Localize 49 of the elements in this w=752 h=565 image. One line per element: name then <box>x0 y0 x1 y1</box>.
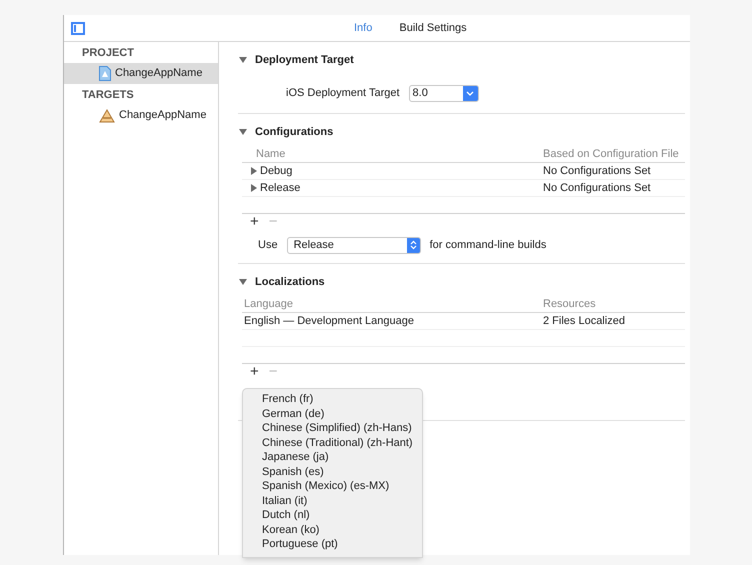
section-title: Configurations <box>255 124 334 140</box>
chevron-icon <box>462 86 478 100</box>
sidebar-item[interactable]: ChangeAppName <box>64 105 218 126</box>
configuration-select[interactable]: Release <box>286 236 421 254</box>
field-label: iOS Deployment Target <box>286 86 400 101</box>
expanded-triangle-icon[interactable] <box>239 278 247 286</box>
expanded-triangle-icon[interactable] <box>239 128 247 136</box>
section-title: Deployment Target <box>255 52 354 68</box>
section-title: Localizations <box>255 274 325 290</box>
field-suffix: for command-line builds <box>430 238 546 253</box>
sidebar-item[interactable]: ChangeAppName <box>64 63 218 84</box>
app-target-icon <box>99 108 115 122</box>
table-cell-text: Debug <box>260 164 292 179</box>
menu-item[interactable]: French (fr) <box>243 392 422 406</box>
document-icon <box>99 66 111 81</box>
expanded-triangle-icon[interactable] <box>239 56 247 64</box>
table-cell-text: No Configurations Set <box>543 164 651 179</box>
table-cell-text: No Configurations Set <box>543 180 651 196</box>
table-cell-text: 2 Files Localized <box>543 314 625 329</box>
menu-item[interactable]: German (de) <box>243 406 422 421</box>
add-button[interactable]: + <box>250 361 259 384</box>
collapsed-triangle-icon[interactable] <box>250 184 258 192</box>
table-cell-text: English — Development Language <box>243 314 416 329</box>
add-button[interactable]: + <box>250 211 259 234</box>
table-cell-text: Release <box>260 180 300 196</box>
menu-item[interactable]: Portuguese (pt) <box>243 537 422 552</box>
column-header: Resources <box>543 296 596 312</box>
column-header: Based on Configuration File <box>543 146 679 162</box>
sidebar-toggle-icon[interactable] <box>71 22 85 34</box>
menu-item[interactable]: Dutch (nl) <box>243 508 422 522</box>
menu-item[interactable]: Italian (it) <box>243 494 422 508</box>
column-header: Language <box>243 296 294 312</box>
menu-item[interactable]: Japanese (ja) <box>243 450 422 464</box>
sidebar-item-label: ChangeAppName <box>119 108 206 124</box>
menu-item[interactable]: Korean (ko) <box>243 522 422 537</box>
menu-item[interactable]: Chinese (Simplified) (zh-Hans) <box>243 421 422 436</box>
tab[interactable]: Info <box>354 20 372 36</box>
menu-item[interactable]: Spanish (Mexico) (es-MX) <box>243 479 422 494</box>
menu-item[interactable]: Chinese (Traditional) (zh-Hant) <box>243 436 422 450</box>
collapsed-triangle-icon[interactable] <box>250 167 258 175</box>
sidebar-group-title: PROJECT <box>81 46 135 62</box>
stepper-icon <box>406 238 420 252</box>
menu-item[interactable]: Spanish (es) <box>243 464 422 479</box>
field-label: Use <box>258 238 278 253</box>
version-select[interactable]: 8.0 <box>408 84 479 102</box>
tab[interactable]: Build Settings <box>399 20 467 36</box>
sidebar-item-label: ChangeAppName <box>115 66 202 82</box>
sidebar-group-title: TARGETS <box>81 88 135 104</box>
column-header: Name <box>255 146 286 162</box>
